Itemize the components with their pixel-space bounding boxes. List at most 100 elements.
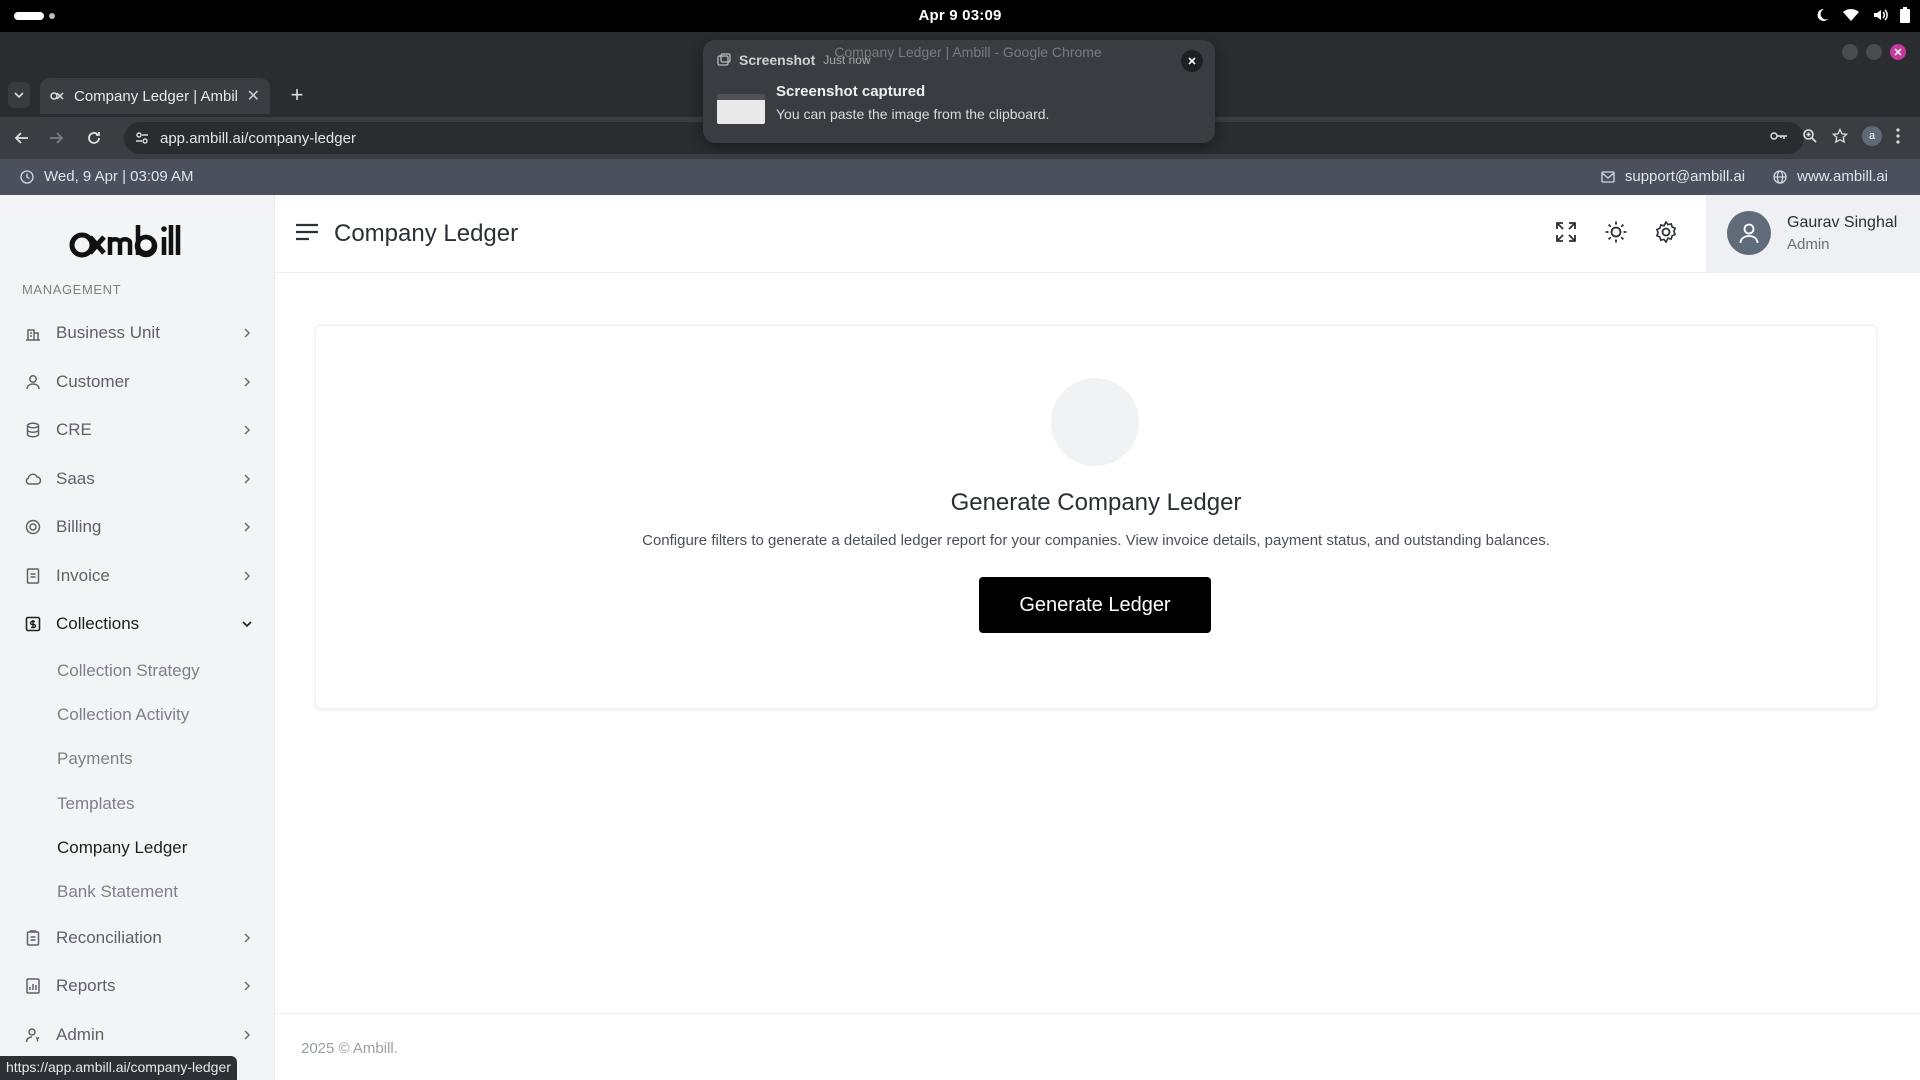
sidebar: MANAGEMENT Business Unit Customer CRE Sa… bbox=[0, 195, 275, 1080]
user-name: Gaurav Singhal bbox=[1787, 214, 1898, 231]
ambill-favicon-icon bbox=[50, 89, 64, 103]
reload-button[interactable] bbox=[82, 126, 106, 150]
window-close-button[interactable] bbox=[1890, 44, 1906, 60]
header-actions bbox=[1553, 219, 1679, 245]
card-title: Generate Company Ledger bbox=[950, 489, 1242, 516]
notification-body: You can paste the image from the clipboa… bbox=[776, 106, 1050, 122]
support-email-link[interactable]: support@ambill.ai bbox=[1601, 168, 1745, 185]
sidebar-subitem-collection-strategy[interactable]: Collection Strategy bbox=[57, 661, 200, 681]
link-status-bubble: https://app.ambill.ai/company-ledger bbox=[0, 1056, 237, 1080]
back-button[interactable] bbox=[10, 126, 34, 150]
sidebar-item-label: Admin bbox=[56, 1025, 105, 1044]
card-description: Configure filters to generate a detailed… bbox=[642, 532, 1550, 549]
minimize-button[interactable] bbox=[1842, 44, 1858, 60]
sidebar-item-label: Invoice bbox=[56, 566, 110, 585]
window-controls bbox=[1842, 44, 1906, 60]
sidebar-item-customer[interactable]: Customer bbox=[22, 364, 254, 400]
profile-avatar[interactable]: a bbox=[1862, 126, 1882, 146]
bookmark-star-icon[interactable] bbox=[1832, 128, 1848, 144]
sidebar-item-billing[interactable]: Billing bbox=[22, 509, 254, 545]
sidebar-subitem-templates[interactable]: Templates bbox=[57, 794, 134, 814]
chevron-right-icon bbox=[240, 472, 254, 486]
cloud-icon bbox=[22, 468, 44, 490]
website-link[interactable]: www.ambill.ai bbox=[1773, 168, 1888, 185]
system-tray[interactable] bbox=[1814, 7, 1910, 23]
menu-toggle-button[interactable] bbox=[295, 223, 319, 241]
section-label-management: MANAGEMENT bbox=[22, 282, 122, 297]
website-text[interactable]: www.ambill.ai bbox=[1797, 168, 1888, 185]
screenshot-notification[interactable]: Company Ledger | Ambill - Google Chrome … bbox=[703, 40, 1215, 143]
sidebar-item-business-unit[interactable]: Business Unit bbox=[22, 315, 254, 351]
sun-icon[interactable] bbox=[1603, 219, 1629, 245]
page-title: Company Ledger bbox=[334, 220, 519, 247]
sidebar-item-label: Customer bbox=[56, 372, 130, 391]
tab-close-icon[interactable]: ✕ bbox=[247, 86, 260, 106]
maximize-button[interactable] bbox=[1866, 44, 1882, 60]
mail-icon bbox=[1601, 170, 1615, 183]
site-info-icon[interactable] bbox=[134, 130, 150, 146]
arrow-right-icon bbox=[50, 132, 64, 144]
gear-icon[interactable] bbox=[1653, 219, 1679, 245]
notification-title: Screenshot captured bbox=[776, 83, 926, 100]
os-top-bar: Apr 9 03:09 bbox=[0, 0, 1920, 32]
sidebar-subitem-collection-activity[interactable]: Collection Activity bbox=[57, 705, 189, 725]
user-profile-menu[interactable]: Gaurav Singhal Admin bbox=[1706, 195, 1920, 273]
notification-close-button[interactable] bbox=[1181, 50, 1203, 72]
screenshot-thumbnail bbox=[717, 94, 765, 124]
ambill-logo[interactable] bbox=[68, 221, 218, 261]
sidebar-subitem-company-ledger[interactable]: Company Ledger bbox=[57, 838, 187, 858]
chevron-down-icon bbox=[240, 617, 254, 631]
sidebar-subitem-bank-statement[interactable]: Bank Statement bbox=[57, 882, 178, 902]
arrow-left-icon bbox=[14, 132, 28, 144]
chevron-down-icon bbox=[14, 92, 24, 99]
generate-ledger-button[interactable]: Generate Ledger bbox=[979, 577, 1211, 633]
chevron-right-icon bbox=[240, 931, 254, 945]
url-text[interactable]: app.ambill.ai/company-ledger bbox=[160, 130, 356, 147]
building-icon bbox=[22, 322, 44, 344]
close-icon bbox=[1894, 48, 1902, 56]
sidebar-item-admin[interactable]: Admin bbox=[22, 1017, 254, 1053]
tab-title: Company Ledger | Ambill bbox=[74, 87, 237, 105]
tab-search-button[interactable] bbox=[8, 82, 30, 108]
os-clock[interactable]: Apr 9 03:09 bbox=[0, 7, 1920, 24]
chevron-right-icon bbox=[240, 375, 254, 389]
support-email-text[interactable]: support@ambill.ai bbox=[1625, 168, 1745, 185]
chevron-right-icon bbox=[240, 979, 254, 993]
user-gear-icon bbox=[22, 1024, 44, 1046]
reload-icon bbox=[88, 132, 100, 144]
password-key-icon[interactable] bbox=[1770, 130, 1788, 142]
sidebar-item-label: Reports bbox=[56, 976, 116, 995]
footer: 2025 © Ambill. bbox=[275, 1013, 1920, 1080]
sidebar-item-label: Billing bbox=[56, 517, 102, 536]
sidebar-item-saas[interactable]: Saas bbox=[22, 461, 254, 497]
night-light-icon bbox=[1814, 7, 1830, 23]
new-tab-button[interactable]: + bbox=[284, 82, 310, 108]
sidebar-item-cre[interactable]: CRE bbox=[22, 412, 254, 448]
billing-icon bbox=[22, 516, 44, 538]
sidebar-item-reconciliation[interactable]: Reconciliation bbox=[22, 920, 254, 956]
volume-icon bbox=[1872, 7, 1888, 23]
chevron-right-icon bbox=[240, 326, 254, 340]
browser-tab[interactable]: Company Ledger | Ambill ✕ bbox=[40, 78, 270, 114]
sidebar-item-label: Reconciliation bbox=[56, 928, 162, 947]
document-icon bbox=[22, 565, 44, 587]
notification-header: Screenshot Just now bbox=[717, 52, 871, 68]
avatar[interactable] bbox=[1727, 211, 1771, 255]
zoom-icon[interactable] bbox=[1802, 128, 1818, 144]
sidebar-item-label: Business Unit bbox=[56, 323, 160, 342]
fullscreen-icon[interactable] bbox=[1553, 219, 1579, 245]
sidebar-item-reports[interactable]: Reports bbox=[22, 968, 254, 1004]
clipboard-icon bbox=[22, 927, 44, 949]
user-icon bbox=[1739, 223, 1759, 244]
screenshot-app-icon bbox=[717, 53, 731, 67]
kebab-menu-icon[interactable] bbox=[1896, 128, 1900, 144]
sidebar-item-label: Saas bbox=[56, 469, 95, 488]
battery-icon bbox=[1900, 7, 1910, 23]
close-icon bbox=[1188, 57, 1196, 65]
notification-app-name: Screenshot bbox=[739, 52, 816, 68]
sidebar-item-invoice[interactable]: Invoice bbox=[22, 558, 254, 594]
forward-button[interactable] bbox=[44, 126, 68, 150]
sidebar-subitem-payments[interactable]: Payments bbox=[57, 749, 133, 769]
footer-copyright: 2025 © Ambill. bbox=[301, 1040, 398, 1057]
sidebar-item-collections[interactable]: Collections bbox=[22, 606, 254, 642]
